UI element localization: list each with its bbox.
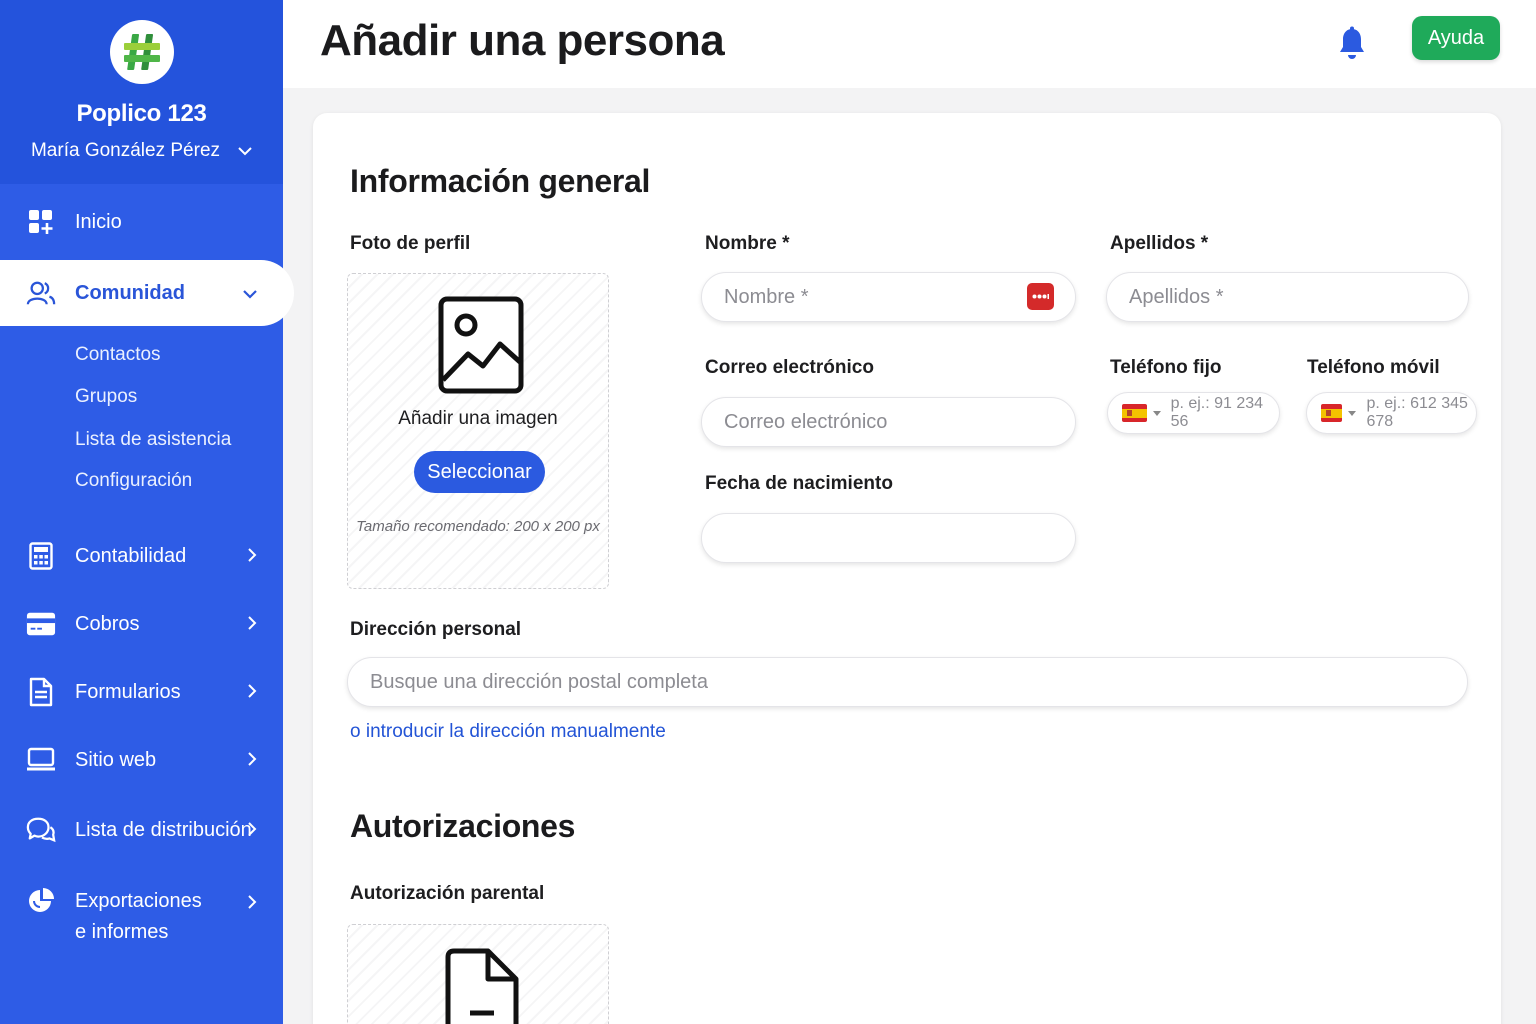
sidebar-item-label: Lista de distribución bbox=[75, 818, 252, 841]
sidebar-subitem-configuracion[interactable]: Configuración bbox=[75, 470, 192, 492]
chevron-down-icon bbox=[238, 140, 252, 162]
photo-dropzone[interactable]: Añadir una imagen Seleccionar Tamaño rec… bbox=[347, 273, 609, 589]
mobile-input[interactable]: p. ej.: 612 345 678 bbox=[1306, 392, 1477, 434]
section-title-general: Información general bbox=[350, 163, 651, 199]
landline-input[interactable]: p. ej.: 91 234 56 bbox=[1107, 392, 1280, 434]
org-name: Poplico 123 bbox=[76, 100, 207, 127]
org-logo[interactable] bbox=[109, 20, 174, 84]
section-title-authorizations: Autorizaciones bbox=[350, 808, 576, 844]
credit-card-icon bbox=[26, 609, 56, 639]
first-name-label: Nombre * bbox=[705, 233, 790, 254]
sidebar-item-label: Formularios bbox=[75, 680, 181, 703]
chevron-right-icon bbox=[248, 613, 257, 636]
sidebar-item-label-line1: Exportaciones bbox=[75, 890, 202, 912]
email-label: Correo electrónico bbox=[705, 357, 874, 378]
sidebar-item-label: Contabilidad bbox=[75, 544, 187, 567]
sidebar-item-exportaciones[interactable]: Exportaciones e informes bbox=[0, 872, 283, 948]
landline-label: Teléfono fijo bbox=[1110, 357, 1222, 378]
landline-placeholder: p. ej.: 91 234 56 bbox=[1170, 395, 1264, 430]
sidebar-item-inicio[interactable]: Inicio bbox=[0, 196, 283, 248]
sidebar-item-comunidad[interactable]: Comunidad bbox=[0, 260, 294, 326]
mobile-label: Teléfono móvil bbox=[1307, 357, 1440, 378]
image-icon bbox=[438, 296, 524, 399]
sidebar-item-label: Sitio web bbox=[75, 748, 157, 771]
mobile-placeholder: p. ej.: 612 345 678 bbox=[1366, 395, 1468, 430]
sidebar-item-label: Comunidad bbox=[75, 281, 185, 304]
select-image-button[interactable]: Seleccionar bbox=[414, 451, 545, 493]
pie-chart-icon bbox=[26, 886, 56, 916]
sidebar-item-formularios[interactable]: Formularios bbox=[0, 666, 283, 718]
first-name-input[interactable] bbox=[701, 272, 1076, 322]
people-icon bbox=[26, 278, 56, 308]
sidebar-subitem-asistencia[interactable]: Lista de asistencia bbox=[75, 429, 231, 451]
password-manager-icon[interactable] bbox=[1027, 283, 1054, 310]
file-icon bbox=[444, 947, 520, 1024]
sidebar-item-label: Cobros bbox=[75, 612, 140, 635]
sidebar-item-sitio-web[interactable]: Sitio web bbox=[0, 734, 283, 786]
sidebar-subitem-contactos[interactable]: Contactos bbox=[75, 344, 161, 366]
hashtag-logo-icon bbox=[123, 34, 160, 70]
sidebar-item-label: Inicio bbox=[75, 210, 122, 233]
birthdate-label: Fecha de nacimiento bbox=[705, 473, 893, 494]
sidebar-header: Poplico 123 María González Pérez bbox=[0, 0, 283, 184]
person-form-card: Información general Foto de perfil Añadi… bbox=[313, 113, 1501, 1024]
chevron-right-icon bbox=[248, 681, 257, 704]
spain-flag-icon[interactable] bbox=[1321, 404, 1343, 422]
spain-flag-icon[interactable] bbox=[1122, 404, 1147, 422]
user-name: María González Pérez bbox=[30, 140, 221, 161]
sidebar-item-cobros[interactable]: Cobros bbox=[0, 598, 283, 650]
laptop-icon bbox=[26, 745, 56, 775]
sidebar-item-label-line2: e informes bbox=[75, 921, 169, 943]
chevron-right-icon bbox=[248, 749, 257, 772]
sidebar-item-label: Exportaciones e informes bbox=[75, 886, 202, 948]
manual-address-link[interactable]: o introducir la dirección manualmente bbox=[350, 721, 666, 743]
sidebar-item-lista-distribucion[interactable]: Lista de distribución bbox=[0, 804, 283, 856]
email-input[interactable] bbox=[701, 397, 1076, 447]
chevron-down-icon bbox=[243, 282, 257, 305]
birthdate-input[interactable] bbox=[701, 513, 1076, 563]
page-title: Añadir una persona bbox=[320, 16, 725, 65]
help-button[interactable]: Ayuda bbox=[1412, 16, 1500, 60]
top-bar: Añadir una persona Ayuda bbox=[283, 0, 1536, 88]
sidebar: Poplico 123 María González Pérez Inicio … bbox=[0, 0, 294, 1024]
last-name-label: Apellidos * bbox=[1110, 233, 1209, 254]
parental-authorization-label: Autorización parental bbox=[350, 883, 545, 904]
calculator-icon bbox=[26, 541, 56, 571]
address-search-input[interactable] bbox=[347, 657, 1468, 707]
dashboard-add-icon bbox=[26, 207, 56, 237]
caret-down-icon bbox=[1348, 410, 1357, 416]
photo-label: Foto de perfil bbox=[350, 233, 471, 254]
user-switcher[interactable]: María González Pérez bbox=[0, 140, 283, 162]
image-size-hint: Tamaño recomendado: 200 x 200 px bbox=[356, 518, 600, 535]
document-icon bbox=[26, 677, 56, 707]
sidebar-subitem-grupos[interactable]: Grupos bbox=[75, 386, 137, 408]
bell-icon[interactable] bbox=[1336, 26, 1368, 67]
chevron-right-icon bbox=[248, 819, 257, 842]
chevron-right-icon bbox=[248, 892, 257, 915]
parental-authorization-dropzone[interactable] bbox=[347, 924, 609, 1024]
sidebar-item-contabilidad[interactable]: Contabilidad bbox=[0, 530, 283, 582]
address-label: Dirección personal bbox=[350, 619, 522, 640]
chat-bubbles-icon bbox=[26, 815, 56, 845]
caret-down-icon bbox=[1152, 410, 1161, 416]
add-image-text: Añadir una imagen bbox=[398, 408, 558, 429]
last-name-input[interactable] bbox=[1106, 272, 1469, 322]
chevron-right-icon bbox=[248, 545, 257, 568]
